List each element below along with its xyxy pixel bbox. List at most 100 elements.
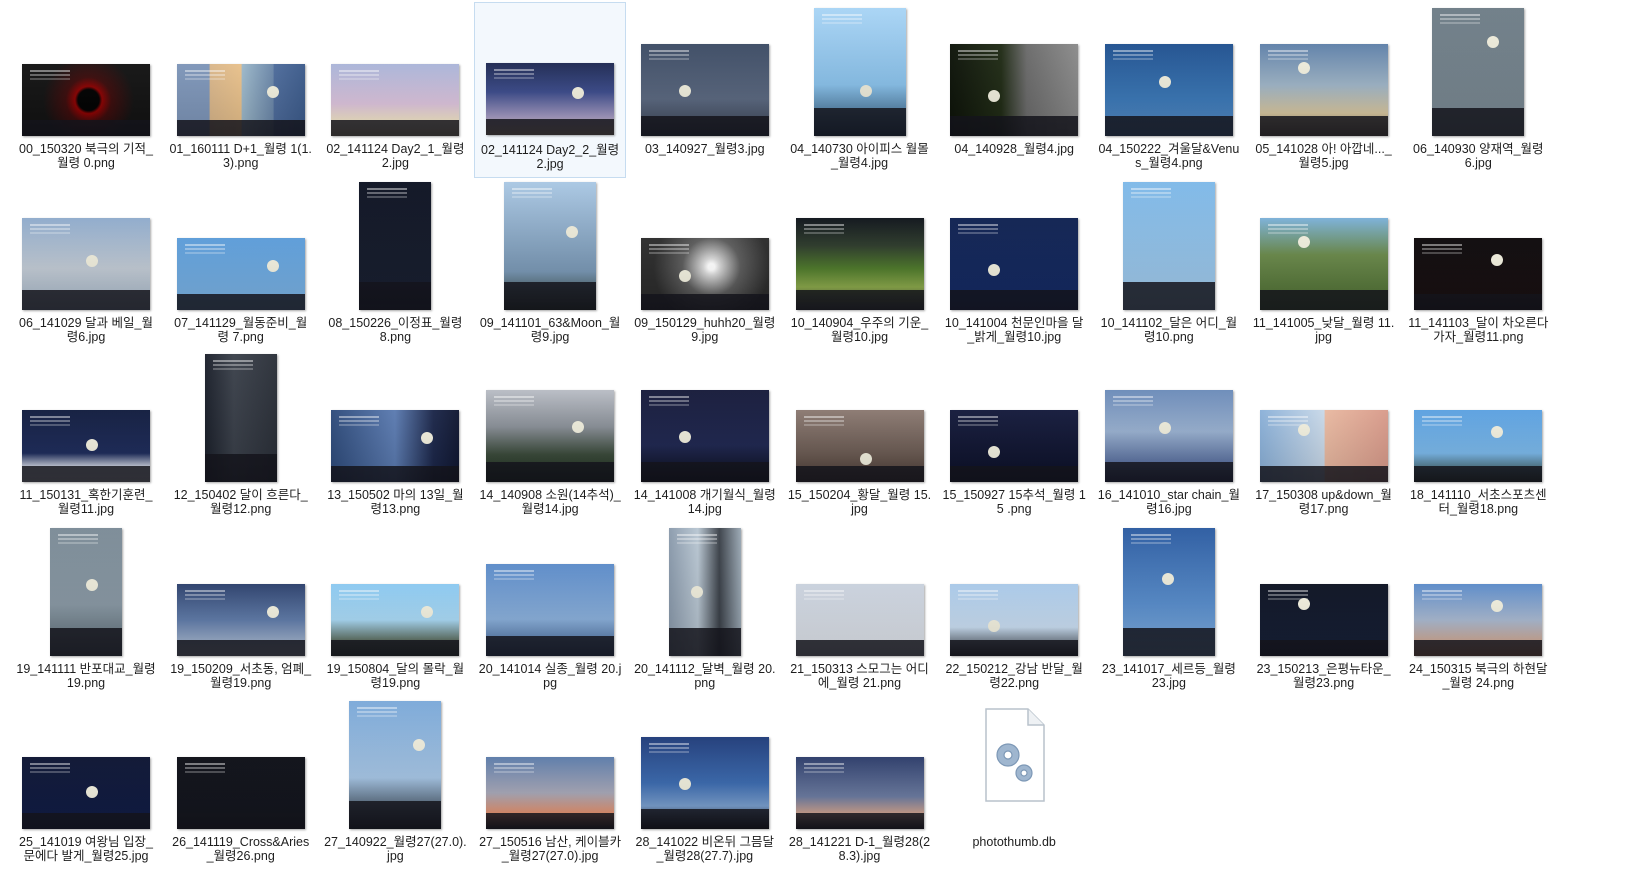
file-item[interactable]: 05_141028 아! 아깝네..._월령5.jpg	[1248, 2, 1400, 178]
file-item[interactable]: 14_141008 개기월식_월령 14.jpg	[629, 348, 781, 524]
file-item[interactable]: 17_150308 up&down_월령17.png	[1248, 348, 1400, 524]
file-item[interactable]: 20_141014 실종_월령 20.jpg	[474, 522, 626, 698]
file-item[interactable]: 16_141010_star chain_월령16.jpg	[1093, 348, 1245, 524]
thumbnail-silhouette	[359, 281, 432, 310]
file-item[interactable]: 19_141111 반포대교_월령 19.png	[10, 522, 162, 698]
file-item[interactable]: 23_141017_세르등_월령 23.jpg	[1093, 522, 1245, 698]
file-item[interactable]: 01_160111 D+1_월령 1(1.3).png	[165, 2, 317, 178]
moon-icon	[86, 255, 98, 267]
file-item[interactable]: 11_150131_혹한기훈련_월령11.jpg	[10, 348, 162, 524]
file-item[interactable]: 09_150129_huhh20_월령 9.jpg	[629, 176, 781, 352]
file-item[interactable]: 24_150315 북극의 하현달_월령 24.png	[1402, 522, 1554, 698]
moon-icon	[988, 90, 1001, 102]
file-name-label: 05_141028 아! 아깝네..._월령5.jpg	[1255, 142, 1392, 170]
moon-icon	[1491, 426, 1504, 438]
thumbnail-silhouette	[331, 640, 460, 656]
file-item[interactable]: 20_141112_달벽_월령 20.png	[629, 522, 781, 698]
thumbnail-silhouette	[22, 120, 150, 136]
moon-icon	[266, 606, 279, 618]
thumbnail-caption-mark	[184, 590, 225, 592]
thumbnail-silhouette	[1122, 627, 1215, 656]
file-item[interactable]: 27_150516 남산, 케이블카_월령27(27.0).jpg	[474, 695, 626, 871]
file-item[interactable]: 04_150222_겨울달&Venus_월령4.png	[1093, 2, 1245, 178]
file-item[interactable]: 09_141101_63&Moon_월령9.jpg	[474, 176, 626, 352]
file-name-label: 18_141110_서초스포츠센터_월령18.png	[1409, 488, 1547, 516]
thumbnail-silhouette	[486, 119, 615, 135]
file-item[interactable]: 25_141019 여왕님 입장_문에다 발게_월령25.jpg	[10, 695, 162, 871]
thumbnail-silhouette	[204, 453, 277, 482]
file-name-label: 01_160111 D+1_월령 1(1.3).png	[169, 142, 312, 170]
thumbnail-silhouette	[668, 627, 741, 656]
thumbnail-image	[22, 64, 150, 136]
thumbnail-silhouette	[813, 107, 906, 136]
file-item[interactable]: 28_141022 비온뒤 그믐달_월령28(27.7).jpg	[629, 695, 781, 871]
moon-icon	[678, 778, 691, 790]
file-item[interactable]: 19_150209_서초동, 엄폐_월령19.png	[165, 522, 317, 698]
file-item[interactable]: 10_141102_달은 어디_월령10.png	[1093, 176, 1245, 352]
file-item[interactable]: 23_150213_은평뉴타운_월령23.png	[1248, 522, 1400, 698]
thumbnail-caption-mark	[648, 396, 689, 398]
file-name-label: 07_141129_월동준비_월령 7.png	[174, 316, 308, 344]
thumbnail-image	[640, 44, 769, 136]
thumbnail-image	[950, 218, 1079, 310]
file-item[interactable]: 03_140927_월령3.jpg	[629, 2, 781, 178]
file-item[interactable]: 02_141124 Day2_1_월령 2.jpg	[319, 2, 471, 178]
file-item[interactable]: 21_150313 스모그는 어디에_월령 21.png	[784, 522, 936, 698]
file-name-label: 24_150315 북극의 하현달_월령 24.png	[1409, 662, 1548, 690]
file-name-label: 14_141008 개기월식_월령 14.jpg	[633, 488, 776, 516]
thumbnail-caption-mark	[1130, 534, 1171, 536]
thumbnail-caption-mark	[212, 360, 253, 362]
file-name-label: 09_141101_63&Moon_월령9.jpg	[479, 316, 621, 344]
thumbnail-image	[795, 584, 924, 656]
file-item[interactable]: 28_141221 D-1_월령28(28.3).jpg	[784, 695, 936, 871]
file-item[interactable]: 11_141005_낮달_월령 11.jpg	[1248, 176, 1400, 352]
file-item[interactable]: 15_150204_황달_월령 15.jpg	[784, 348, 936, 524]
thumbnail-caption-mark	[184, 244, 225, 246]
file-item[interactable]: 22_150212_강남 반달_월령22.png	[938, 522, 1090, 698]
file-name-label: 28_141221 D-1_월령28(28.3).jpg	[788, 835, 931, 863]
thumbnail-caption-mark	[494, 396, 535, 398]
thumbnail-silhouette	[1259, 466, 1388, 482]
thumbnail-caption-mark	[821, 14, 862, 16]
file-item[interactable]: 26_141119_Cross&Aries_월령26.png	[165, 695, 317, 871]
file-item[interactable]: 08_150226_이정표_월령 8.png	[319, 176, 471, 352]
file-item[interactable]: 18_141110_서초스포츠센터_월령18.png	[1402, 348, 1554, 524]
file-item[interactable]: 10_141004 천문인마을 달_밝게_월령10.jpg	[938, 176, 1090, 352]
file-item[interactable]: 14_140908 소원(14추석)_월령14.jpg	[474, 348, 626, 524]
thumbnail-silhouette	[1414, 640, 1543, 656]
file-item[interactable]: 19_150804_달의 몰락_월령19.png	[319, 522, 471, 698]
thumbnail-caption-mark	[1267, 224, 1308, 226]
file-item[interactable]: 11_141103_달이 차오른다 가자_월령11.png	[1402, 176, 1554, 352]
thumbnail-silhouette	[640, 461, 769, 482]
file-item[interactable]: 13_150502 마의 13일_월령13.png	[319, 348, 471, 524]
thumbnail-caption-mark	[30, 224, 70, 226]
file-name-label: 25_141019 여왕님 입장_문에다 발게_월령25.jpg	[19, 835, 153, 863]
thumbnail-silhouette	[176, 640, 305, 656]
file-item[interactable]: 27_140922_월령27(27.0).jpg	[319, 695, 471, 871]
file-item[interactable]: 04_140730 아이피스 월몰_월령4.jpg	[784, 2, 936, 178]
file-item[interactable]: 07_141129_월동준비_월령 7.png	[165, 176, 317, 352]
moon-icon	[859, 453, 872, 465]
file-item-db[interactable]: photothumb.db	[938, 695, 1090, 871]
file-item[interactable]: 06_140930 양재역_월령 6.jpg	[1402, 2, 1554, 178]
file-name-label: 04_140730 아이피스 월몰_월령4.jpg	[790, 142, 929, 170]
thumbnail-caption-mark	[494, 763, 535, 765]
thumbnail-caption-mark	[367, 188, 408, 190]
file-item[interactable]: 12_150402 달이 흐른다_월령12.png	[165, 348, 317, 524]
moon-icon	[421, 606, 434, 618]
thumbnail-silhouette	[331, 120, 460, 136]
thumbnail-caption-mark	[512, 188, 553, 190]
file-item[interactable]: 15_150927 15추석_월령 15 .png	[938, 348, 1090, 524]
file-item[interactable]: 02_141124 Day2_2_월령 2.jpg	[474, 2, 627, 178]
thumbnail-caption-mark	[958, 416, 999, 418]
thumbnail-silhouette	[950, 115, 1079, 136]
file-name-label: 22_150212_강남 반달_월령22.png	[945, 662, 1083, 690]
thumbnail-silhouette	[176, 813, 305, 829]
file-item[interactable]: 04_140928_월령4.jpg	[938, 2, 1090, 178]
thumbnail-silhouette	[504, 281, 597, 310]
file-item[interactable]: 06_141029 달과 베일_월령6.jpg	[10, 176, 162, 352]
file-item[interactable]: 10_140904_우주의 기운_월령10.jpg	[784, 176, 936, 352]
moon-icon	[86, 579, 98, 591]
file-name-label: 19_150804_달의 몰락_월령19.png	[326, 662, 465, 690]
file-item[interactable]: 00_150320 북극의 기적_월령 0.png	[10, 2, 162, 178]
